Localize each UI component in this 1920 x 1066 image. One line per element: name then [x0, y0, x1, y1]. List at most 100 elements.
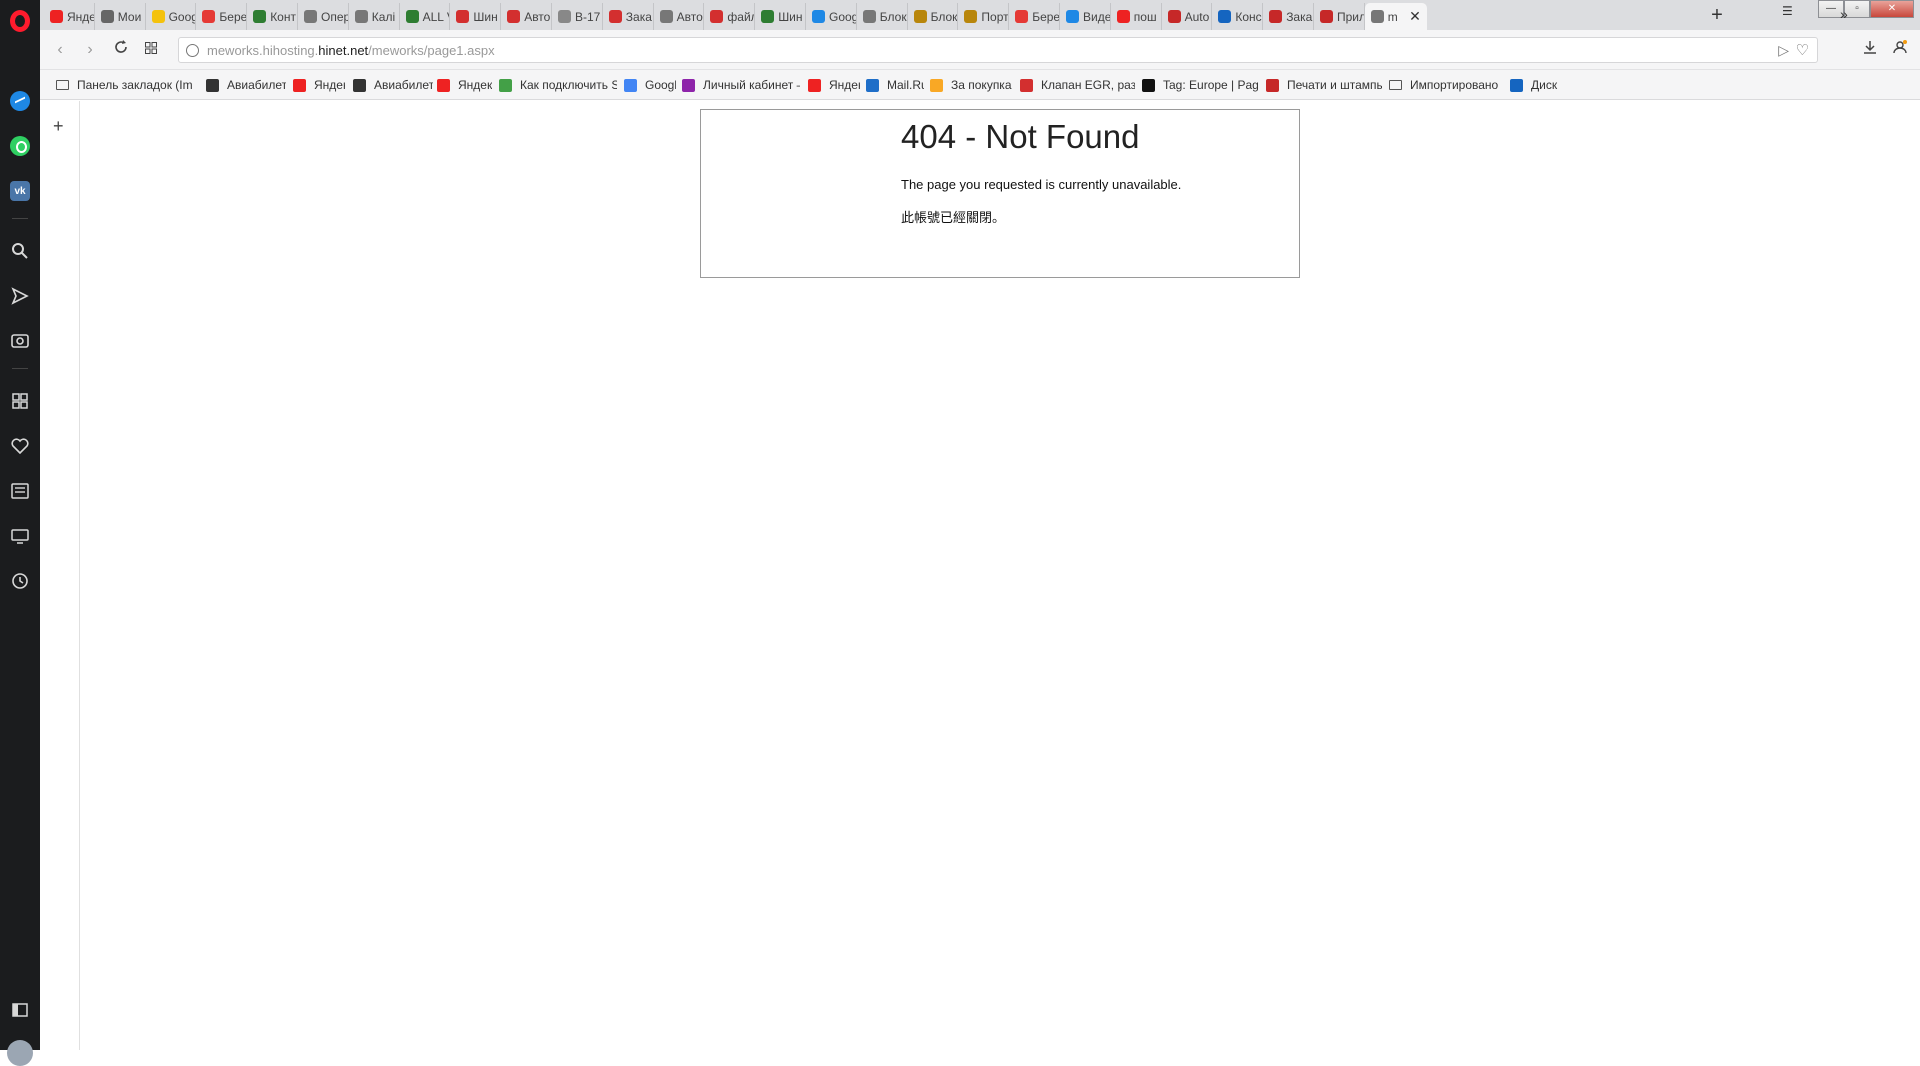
vk-icon: vk — [10, 181, 30, 201]
favicon-icon — [456, 10, 470, 23]
tab-label: m — [1387, 9, 1398, 24]
bookmark-item[interactable]: Mail.Ru — [866, 76, 924, 94]
tab-label: ALL V — [422, 9, 450, 24]
heart-icon[interactable]: ♡ — [1796, 41, 1809, 59]
bookmark-item[interactable]: Яндекс — [437, 76, 492, 94]
tab[interactable]: Янде — [44, 3, 95, 30]
news-icon — [11, 483, 29, 499]
tab-label: Прил — [1337, 9, 1365, 24]
tab-label: файл — [727, 9, 756, 24]
tab[interactable]: Блок — [908, 3, 959, 30]
tab[interactable]: Goog — [146, 3, 197, 30]
close-window-button[interactable]: ✕ — [1870, 0, 1914, 18]
tab[interactable]: Зака — [1263, 3, 1314, 30]
tab-label: Авто — [676, 9, 703, 24]
tab[interactable]: Шин — [755, 3, 806, 30]
tab[interactable]: Опер — [298, 3, 349, 30]
speed-dial-button[interactable] — [0, 386, 40, 416]
favicon-icon — [862, 10, 876, 23]
url-field[interactable]: meworks.hihosting.hinet.net/meworks/page… — [178, 37, 1818, 63]
bookmark-item[interactable]: Клапан EGR, разбор — [1020, 76, 1135, 94]
bookmark-item[interactable]: Авиабилеты — [206, 76, 286, 94]
bookmark-item[interactable]: Диск — [1510, 76, 1570, 94]
tab[interactable]: Калі — [349, 3, 400, 30]
bookmarks-button[interactable] — [0, 431, 40, 461]
bookmark-label: Импортировано из I — [1410, 78, 1501, 92]
bookmark-item[interactable]: Печати и штампы на — [1266, 76, 1382, 94]
tab[interactable]: Конс — [1212, 3, 1264, 30]
opera-menu-button[interactable] — [0, 6, 40, 36]
close-tab-icon[interactable]: ✕ — [1409, 8, 1421, 25]
tab[interactable]: Бере — [196, 3, 248, 30]
favicon-icon — [1066, 10, 1079, 23]
tab-grid-button[interactable] — [141, 40, 161, 60]
bookmark-item[interactable]: Tag: Europe | Page: 2 — [1142, 76, 1258, 94]
bookmark-item[interactable]: Личный кабинет — I — [682, 76, 800, 94]
tab-label: Auto — [1184, 9, 1210, 24]
add-panel-button[interactable]: + — [53, 116, 64, 137]
tab[interactable]: Авто — [654, 3, 705, 30]
whatsapp-icon — [10, 136, 30, 156]
favicon-icon — [1510, 78, 1523, 92]
tab-label: Бере — [1032, 9, 1060, 24]
bookmark-item[interactable]: Google — [624, 76, 676, 94]
tab-label: Опер — [321, 9, 349, 24]
opera-logo-icon — [10, 10, 30, 32]
reload-button[interactable] — [111, 40, 131, 60]
bookmark-label: Авиабилеты — [227, 78, 286, 92]
tab[interactable]: Goog — [806, 3, 857, 30]
bookmark-folder[interactable]: Импортировано из I — [1389, 76, 1501, 94]
tab[interactable]: Бере — [1009, 3, 1060, 30]
bookmark-label: Клапан EGR, разбор — [1041, 78, 1135, 92]
tab-active[interactable]: m ✕ — [1364, 3, 1427, 30]
tab-label: Зака — [1286, 9, 1313, 24]
tab[interactable]: Авто — [501, 3, 552, 30]
tab[interactable]: Конт — [247, 3, 298, 30]
downloads-button[interactable] — [1860, 40, 1880, 60]
tab[interactable]: Виде — [1060, 3, 1111, 30]
tab[interactable]: Блок — [857, 3, 908, 30]
tab-label: Авто — [524, 9, 551, 24]
tabs-button[interactable] — [0, 521, 40, 551]
globe-icon — [186, 44, 199, 57]
avatar[interactable] — [7, 1040, 33, 1066]
bookmarks-overflow-icon[interactable]: » — [1840, 6, 1848, 22]
tab[interactable]: Порт — [958, 3, 1010, 30]
snapshot-button[interactable] — [0, 325, 40, 355]
sidebar-toggle-button[interactable] — [0, 995, 40, 1025]
bookmark-folder[interactable]: Панель закладок (Im — [56, 76, 196, 94]
tab[interactable]: пош — [1111, 3, 1162, 30]
messenger-button[interactable] — [0, 86, 40, 116]
tab[interactable]: Зака — [603, 3, 654, 30]
new-tab-button[interactable]: + — [1706, 4, 1728, 26]
sidebar-divider — [12, 368, 28, 369]
bookmark-item[interactable]: Как подключить Sm — [499, 76, 617, 94]
tab[interactable]: ALL V — [400, 3, 451, 30]
favicon-icon — [1116, 10, 1130, 23]
news-button[interactable] — [0, 476, 40, 506]
tab-label: Блок — [879, 9, 907, 24]
forward-button[interactable]: › — [80, 40, 100, 60]
tab[interactable]: файл — [704, 3, 756, 30]
bookmark-item[interactable]: Яндекс — [808, 76, 860, 94]
send-icon[interactable]: ▷ — [1778, 42, 1789, 59]
whatsapp-button[interactable] — [0, 131, 40, 161]
bookmark-item[interactable]: Яндекс — [293, 76, 345, 94]
tab-menu-icon[interactable]: ☰ — [1782, 4, 1793, 18]
vk-button[interactable]: vk — [0, 176, 40, 206]
tab[interactable]: Auto — [1162, 3, 1213, 30]
back-button[interactable]: ‹ — [50, 40, 70, 60]
account-button[interactable] — [1890, 40, 1910, 60]
sidebar-panel-icon — [12, 1003, 28, 1017]
tab[interactable]: Мои — [95, 3, 146, 30]
tab[interactable]: B-17 — [552, 3, 603, 30]
tab-label: Шин — [778, 9, 803, 24]
bookmark-item[interactable]: Авиабилеты — [353, 76, 433, 94]
tab-label: Goog — [829, 9, 857, 24]
bookmark-item[interactable]: За покупками — [930, 76, 1012, 94]
tab[interactable]: Прил — [1314, 3, 1365, 30]
flow-button[interactable] — [0, 281, 40, 311]
tab[interactable]: Шин — [450, 3, 502, 30]
history-button[interactable] — [0, 566, 40, 596]
search-button[interactable] — [0, 236, 40, 266]
